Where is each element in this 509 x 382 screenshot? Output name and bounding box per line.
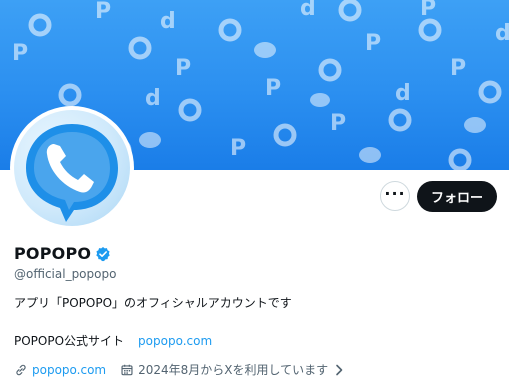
svg-text:d: d <box>300 0 316 21</box>
svg-text:P: P <box>420 0 436 21</box>
svg-text:d: d <box>160 9 176 34</box>
svg-text:P: P <box>365 31 381 56</box>
svg-text:P: P <box>175 56 191 81</box>
svg-text:d: d <box>495 21 509 46</box>
verified-badge-icon[interactable] <box>95 246 111 262</box>
link-icon <box>16 364 26 375</box>
svg-text:P: P <box>265 76 281 101</box>
calendar-icon <box>121 364 133 375</box>
svg-text:d: d <box>145 86 161 111</box>
meta-website-link[interactable]: popopo.com <box>32 363 106 377</box>
follow-button[interactable]: フォロー <box>417 181 497 212</box>
name-row: POPOPO <box>14 244 111 263</box>
phone-bubble-logo-icon <box>26 124 118 222</box>
avatar[interactable] <box>14 110 130 226</box>
more-button[interactable]: ··· <box>380 181 410 211</box>
svg-text:P: P <box>450 56 466 81</box>
more-icon: ··· <box>384 184 406 203</box>
handle: @official_popopo <box>14 267 117 281</box>
display-name: POPOPO <box>14 244 92 263</box>
website-label: POPOPO公式サイト <box>14 334 125 348</box>
svg-text:P: P <box>230 136 246 161</box>
meta-website: popopo.com <box>14 363 106 377</box>
svg-text:P: P <box>330 111 346 136</box>
svg-text:P: P <box>12 41 28 66</box>
bio-website: POPOPO公式サイト popopo.com <box>14 332 212 349</box>
chevron-right-icon <box>336 364 343 375</box>
website-link[interactable]: popopo.com <box>138 334 212 348</box>
bio: アプリ「POPOPO」のオフィシャルアカウントです <box>14 296 292 310</box>
joined-date: 2024年8月からXを利用しています <box>138 363 329 377</box>
profile-meta: popopo.com 2024年8月からXを利用しています <box>14 361 344 378</box>
svg-text:P: P <box>95 0 111 24</box>
meta-joined[interactable]: 2024年8月からXを利用しています <box>120 361 344 378</box>
svg-text:d: d <box>395 81 411 106</box>
